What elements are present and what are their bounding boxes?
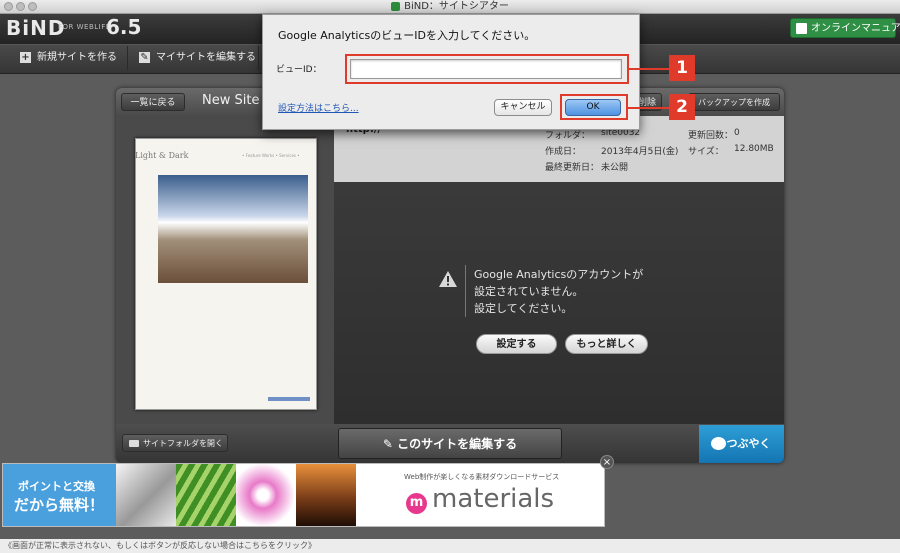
backup-button[interactable]: バックアップを作成: [688, 93, 780, 111]
app-logo: BiND: [6, 16, 66, 40]
folder-icon: [129, 440, 139, 447]
ad-banner-brand: materials: [432, 484, 555, 514]
thumbnail-site-title: Light & Dark: [135, 151, 189, 160]
size-value: 12.80MB: [734, 144, 774, 154]
ad-photo-sunset: [296, 464, 356, 526]
thumbnail-footer-bar: [268, 397, 310, 401]
open-site-folder-button[interactable]: サイトフォルダを開く: [122, 434, 228, 452]
setup-help-link[interactable]: 設定方法はこちら...: [278, 101, 359, 114]
warning-icon: [439, 271, 457, 287]
view-id-label: ビューID：: [276, 65, 322, 75]
edit-this-site-button[interactable]: ✎ このサイトを編集する: [338, 428, 562, 459]
callout-highlight-ok: [560, 94, 628, 120]
callout-connector-1: [629, 68, 670, 70]
dialog-title: Google AnalyticsのビューIDを入力してください。: [278, 29, 536, 42]
callout-connector-2: [628, 107, 669, 109]
ad-photo-leaf: [176, 464, 236, 526]
configure-button[interactable]: 設定する: [476, 334, 557, 354]
notice-message: Google Analyticsのアカウントが 設定されていません。 設定してく…: [474, 266, 643, 317]
pencil-icon: ✎: [139, 51, 150, 63]
plus-icon: +: [20, 51, 31, 63]
edit-icon: ✎: [382, 437, 398, 451]
back-to-list-button[interactable]: 一覧に戻る: [121, 93, 185, 111]
book-icon: [796, 23, 807, 34]
learn-more-button[interactable]: もっと詳しく: [565, 334, 648, 354]
window-title: BiND：サイトシアター: [0, 0, 900, 13]
toolbar-divider: [127, 46, 128, 70]
ad-banner-line-1: ポイントと交換: [18, 480, 95, 493]
update-count-label: 更新回数：: [688, 131, 734, 141]
app-icon: [391, 1, 401, 11]
ad-banner-caption: Web制作が楽しくなる素材ダウンロードサービス: [404, 473, 560, 481]
ad-banner-line-2: だから無料！: [14, 496, 105, 514]
callout-highlight-input: [345, 54, 629, 84]
new-site-label: 新規サイトを作る: [37, 52, 117, 63]
ad-photo-flower: [236, 464, 296, 526]
app-version: 6.5: [106, 15, 142, 39]
created-label: 作成日：: [545, 147, 582, 157]
notice-line-3: 設定してください。: [474, 302, 573, 315]
ad-photo-figure: [116, 464, 176, 526]
online-manual-button[interactable]: オンラインマニュアル: [790, 18, 900, 38]
tweet-button[interactable]: つぶやく: [699, 425, 784, 463]
edit-my-site-label: マイサイトを編集する: [156, 52, 256, 63]
callout-badge-2: 2: [669, 94, 695, 120]
toolbar-divider: [258, 46, 259, 70]
speech-bubble-icon: [711, 437, 726, 450]
notice-line-1: Google Analyticsのアカウントが: [474, 268, 644, 281]
open-site-folder-label: サイトフォルダを開く: [143, 439, 223, 448]
edit-my-site-button[interactable]: ✎ マイサイトを編集する: [139, 44, 256, 72]
new-site-button[interactable]: + 新規サイトを作る: [20, 44, 117, 72]
cancel-button[interactable]: キャンセル: [494, 99, 552, 116]
window-title-text: BiND：サイトシアター: [404, 1, 509, 12]
size-label: サイズ：: [688, 147, 724, 157]
updated-label: 最終更新日：: [545, 163, 600, 173]
materials-logo-icon: m: [406, 493, 427, 514]
notice-divider: [465, 265, 466, 317]
created-value: 2013年4月5日(金): [601, 147, 679, 157]
close-icon[interactable]: ×: [600, 455, 614, 469]
tweet-label: つぶやく: [726, 437, 771, 450]
updated-value: 未公開: [601, 163, 629, 173]
status-help-link[interactable]: 《画面が正常に表示されない、もしくはボタンが反応しない場合はこちらをクリック》: [0, 539, 900, 553]
edit-this-site-label: このサイトを編集する: [397, 437, 518, 451]
update-count-value: 0: [734, 128, 740, 138]
callout-badge-1: 1: [669, 55, 695, 81]
online-manual-label: オンラインマニュアル: [811, 23, 900, 34]
notice-line-2: 設定されていません。: [474, 285, 584, 298]
thumbnail-hero-image: [158, 175, 308, 283]
thumbnail-nav: • Feature Works • Services •: [242, 153, 300, 158]
